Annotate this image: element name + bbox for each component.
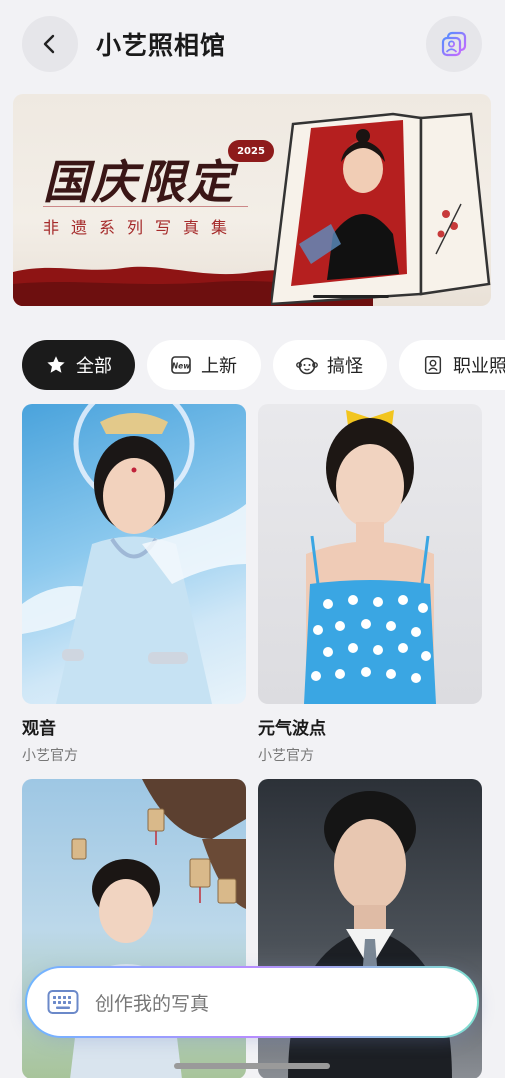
create-placeholder-text: 创作我的写真 [95, 992, 210, 1015]
banner-divider [43, 206, 248, 207]
photo-album-icon [441, 31, 467, 57]
template-card-guanyin[interactable]: 观音 小艺官方 [22, 404, 246, 765]
guanyin-portrait-illustration [22, 404, 246, 704]
portrait-book-illustration [271, 112, 491, 306]
template-card-polka[interactable]: 元气波点 小艺官方 [258, 404, 482, 765]
monkey-face-icon [295, 353, 319, 377]
tab-funny[interactable]: 搞怪 [273, 340, 387, 390]
star-icon [44, 353, 68, 377]
new-icon: New [169, 353, 193, 377]
tab-professional[interactable]: 职业照 [399, 340, 505, 390]
tab-new-label: 上新 [201, 356, 237, 377]
tab-funny-label: 搞怪 [327, 356, 363, 377]
tab-new[interactable]: New 上新 [147, 340, 261, 390]
card-title: 观音 [22, 719, 56, 739]
svg-text:New: New [172, 362, 190, 371]
back-button[interactable] [22, 16, 78, 72]
banner-title: 国庆限定 [43, 155, 235, 209]
banner-subtitle: 非遗系列写真集 [43, 218, 240, 237]
card-author: 小艺官方 [258, 748, 314, 764]
tab-professional-label: 职业照 [453, 356, 505, 377]
template-thumbnail[interactable] [22, 404, 246, 704]
card-author: 小艺官方 [22, 748, 78, 764]
keyboard-icon[interactable] [47, 989, 79, 1015]
banner-year-badge: 2025 [228, 140, 274, 162]
gallery-button[interactable] [426, 16, 482, 72]
chevron-left-icon [43, 34, 55, 54]
id-portrait-icon [421, 353, 445, 377]
template-thumbnail[interactable] [258, 404, 482, 704]
tab-all-label: 全部 [76, 356, 112, 377]
create-portrait-input[interactable]: 创作我的写真 [25, 966, 479, 1038]
promo-banner[interactable]: 国庆限定 2025 非遗系列写真集 [13, 94, 491, 306]
header: 小艺照相馆 [0, 0, 505, 90]
polka-dress-portrait-illustration [304, 410, 436, 704]
tab-all[interactable]: 全部 [22, 340, 135, 390]
page-title: 小艺照相馆 [96, 31, 227, 60]
card-title: 元气波点 [258, 719, 326, 739]
banner-page-indicator [313, 295, 389, 298]
home-indicator[interactable] [174, 1063, 330, 1069]
category-tabs: 全部 New 上新 搞怪 职业照 [22, 340, 505, 390]
